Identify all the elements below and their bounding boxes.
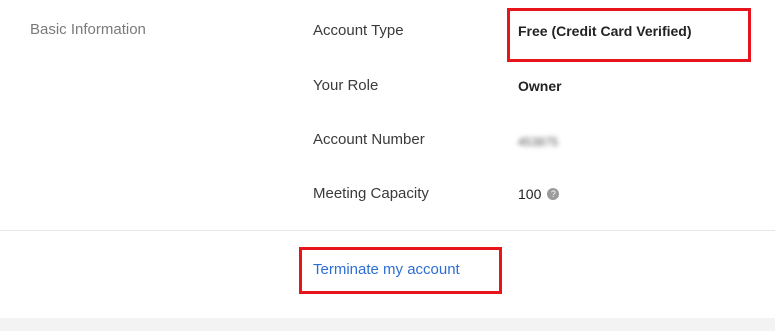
account-info-card: Basic Information Account Type Free (Cre… [0,0,775,318]
account-type-label: Account Type [313,22,404,39]
your-role-value: Owner [518,78,562,94]
account-type-highlight-box [507,8,751,62]
account-number-label: Account Number [313,131,425,148]
meeting-capacity-row: 100? [518,186,560,202]
terminate-link-highlight-box [299,247,502,294]
account-number-value: 453875 [518,135,559,149]
section-title: Basic Information [30,21,146,38]
question-circle-icon[interactable]: ? [547,188,560,201]
meeting-capacity-label: Meeting Capacity [313,185,429,202]
meeting-capacity-value: 100 [518,186,542,202]
your-role-label: Your Role [313,77,379,94]
section-divider [0,230,775,231]
